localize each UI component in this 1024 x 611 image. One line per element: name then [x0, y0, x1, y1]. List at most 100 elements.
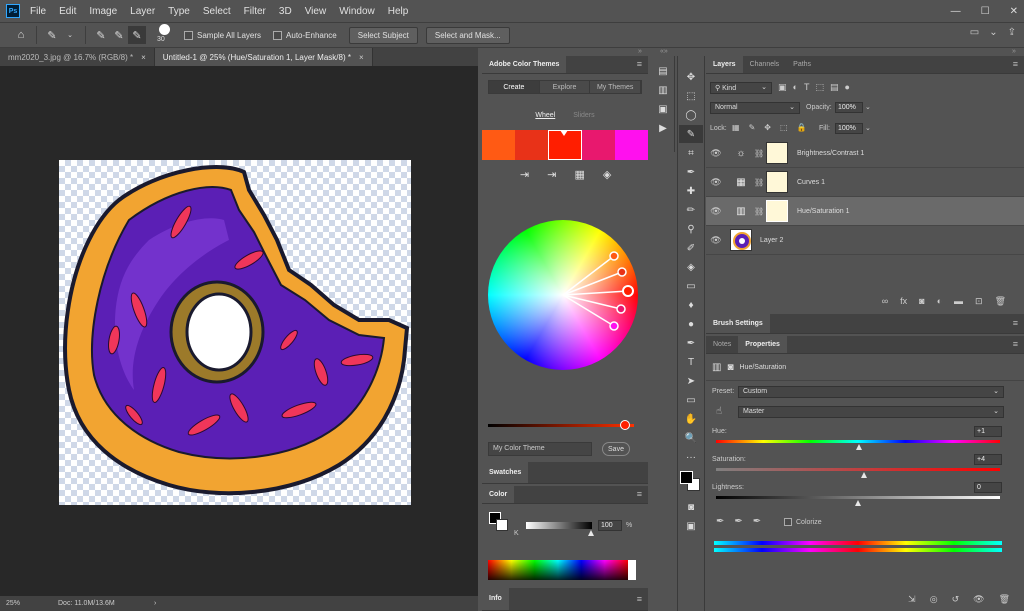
layer-style-icon[interactable]: fx: [900, 296, 907, 307]
menu-3d[interactable]: 3D: [279, 6, 292, 17]
eyedropper-tool-icon[interactable]: ✒: [679, 163, 703, 181]
hue-slider-track[interactable]: [716, 440, 1000, 443]
panel-menu-icon[interactable]: ≡: [1013, 335, 1024, 353]
select-subject-button[interactable]: Select Subject: [348, 26, 418, 44]
quick-selection-tool-icon[interactable]: ✎: [679, 125, 703, 143]
lightness-value-input[interactable]: 0: [974, 482, 1002, 493]
home-icon[interactable]: ⌂: [12, 26, 30, 44]
checkbox-box[interactable]: [784, 518, 792, 526]
k-channel-slider[interactable]: [526, 522, 592, 529]
add-selection-icon[interactable]: ✎: [110, 26, 128, 44]
tab-brush-settings[interactable]: Brush Settings: [706, 313, 770, 333]
visibility-eye-icon[interactable]: 👁: [973, 594, 984, 605]
foreground-color-swatch[interactable]: [680, 471, 693, 484]
visibility-eye-icon[interactable]: 👁: [706, 235, 726, 246]
brush-size-picker[interactable]: 30: [154, 24, 176, 46]
filter-toggle-icon[interactable]: ●: [844, 82, 849, 93]
lock-artboard-icon[interactable]: ⬚: [780, 123, 788, 132]
artboard[interactable]: [59, 160, 411, 505]
lasso-tool-icon[interactable]: ◯: [679, 106, 703, 124]
panel-menu-icon[interactable]: ≡: [637, 587, 648, 610]
visibility-eye-icon[interactable]: 👁: [706, 206, 726, 217]
dodge-tool-icon[interactable]: ●: [679, 315, 703, 333]
panel-menu-icon[interactable]: ≡: [1013, 313, 1024, 333]
brightness-slider-handle[interactable]: [620, 420, 630, 430]
close-tab-icon[interactable]: ×: [141, 53, 146, 62]
hue-slider-handle[interactable]: [855, 444, 862, 450]
adjustment-filter-icon[interactable]: ◐: [793, 82, 798, 93]
save-theme-button[interactable]: Save: [602, 442, 630, 456]
shape-filter-icon[interactable]: ⬚: [815, 82, 824, 93]
doc-tab-untitled[interactable]: Untitled-1 @ 25% (Hue/Saturation 1, Laye…: [154, 48, 373, 66]
menu-file[interactable]: File: [30, 6, 46, 17]
menu-view[interactable]: View: [305, 6, 327, 17]
opacity-input[interactable]: 100%: [835, 102, 863, 113]
add-mask-icon[interactable]: ◙: [919, 296, 924, 307]
blend-mode-dropdown[interactable]: Normal ⌄: [710, 102, 800, 114]
lock-all-icon[interactable]: 🔒: [797, 123, 807, 132]
healing-brush-tool-icon[interactable]: ✚: [679, 182, 703, 200]
menu-help[interactable]: Help: [388, 6, 409, 17]
layer-filter-dropdown[interactable]: ⚲ Kind ⌄: [710, 82, 772, 94]
blur-tool-icon[interactable]: ♦: [679, 296, 703, 314]
lock-pixels-icon[interactable]: ✎: [749, 123, 756, 132]
lock-transparent-icon[interactable]: ▦: [732, 123, 740, 132]
tab-create[interactable]: Create: [489, 81, 540, 93]
lightness-slider-handle[interactable]: [855, 500, 861, 506]
tab-swatches[interactable]: Swatches: [482, 461, 529, 483]
layer-mask-thumbnail[interactable]: [766, 171, 788, 193]
properties-icon[interactable]: ▥: [651, 81, 675, 99]
close-button[interactable]: ✕: [1010, 6, 1018, 17]
link-chain-icon[interactable]: ⛓: [754, 178, 764, 187]
set-base-color-icon[interactable]: ⇥: [547, 168, 556, 181]
saturation-slider-handle[interactable]: [860, 472, 867, 478]
layer-mask-thumbnail[interactable]: [766, 142, 788, 164]
menu-window[interactable]: Window: [339, 6, 375, 17]
color-picker-swatches[interactable]: [679, 470, 703, 494]
menu-image[interactable]: Image: [89, 6, 117, 17]
chevron-down-icon[interactable]: ⌄: [61, 26, 79, 44]
tab-properties[interactable]: Properties: [738, 335, 787, 353]
zoom-tool-icon[interactable]: 🔍: [679, 429, 703, 447]
new-group-icon[interactable]: ▬: [954, 296, 963, 307]
status-menu-arrow[interactable]: ›: [154, 600, 156, 607]
fill-input[interactable]: 100%: [835, 123, 863, 134]
color-spectrum-ramp[interactable]: [488, 560, 636, 580]
gradient-tool-icon[interactable]: ▭: [679, 277, 703, 295]
panel-menu-icon[interactable]: ≡: [637, 485, 648, 503]
history-icon[interactable]: ▤: [651, 62, 675, 80]
rectangle-tool-icon[interactable]: ▭: [679, 391, 703, 409]
workspace-icon[interactable]: ▭: [970, 27, 979, 38]
theme-swatch[interactable]: [515, 130, 549, 160]
tab-paths[interactable]: Paths: [786, 55, 818, 73]
close-tab-icon[interactable]: ×: [359, 53, 364, 62]
layer-mask-thumbnail[interactable]: [766, 200, 788, 222]
type-tool-icon[interactable]: T: [679, 353, 703, 371]
link-chain-icon[interactable]: ⛓: [754, 149, 764, 158]
background-color-swatch[interactable]: [496, 519, 508, 531]
play-actions-icon[interactable]: ▶: [651, 119, 675, 137]
zoom-level[interactable]: 25%: [6, 600, 58, 607]
panel-menu-icon[interactable]: ≡: [637, 55, 648, 73]
theme-swatch[interactable]: [614, 130, 649, 160]
theme-swatch[interactable]: [581, 130, 615, 160]
eraser-icon[interactable]: ◈: [603, 168, 611, 181]
delete-layer-icon[interactable]: 🗑: [995, 296, 1006, 307]
new-selection-icon[interactable]: ✎: [92, 26, 110, 44]
new-layer-icon[interactable]: ⊡: [975, 296, 983, 307]
type-filter-icon[interactable]: T: [804, 82, 810, 93]
menu-select[interactable]: Select: [203, 6, 231, 17]
colorize-checkbox[interactable]: Colorize: [784, 518, 822, 526]
tab-layers[interactable]: Layers: [706, 55, 743, 73]
k-slider-handle[interactable]: [588, 530, 594, 536]
eyedropper-icon[interactable]: ✒: [716, 516, 724, 527]
layer-name[interactable]: Layer 2: [760, 237, 783, 244]
screen-mode-icon[interactable]: ▣: [679, 517, 703, 535]
chevron-down-icon[interactable]: ⌄: [989, 27, 997, 38]
history-brush-tool-icon[interactable]: ✐: [679, 239, 703, 257]
tab-explore[interactable]: Explore: [539, 81, 591, 93]
preset-dropdown[interactable]: Custom ⌄: [738, 386, 1004, 398]
grid-icon[interactable]: ▦: [574, 168, 584, 181]
layer-name[interactable]: Brightness/Contrast 1: [797, 150, 864, 157]
layer-row-brightness-contrast[interactable]: 👁 ☼ ⛓ Brightness/Contrast 1: [706, 139, 1024, 168]
